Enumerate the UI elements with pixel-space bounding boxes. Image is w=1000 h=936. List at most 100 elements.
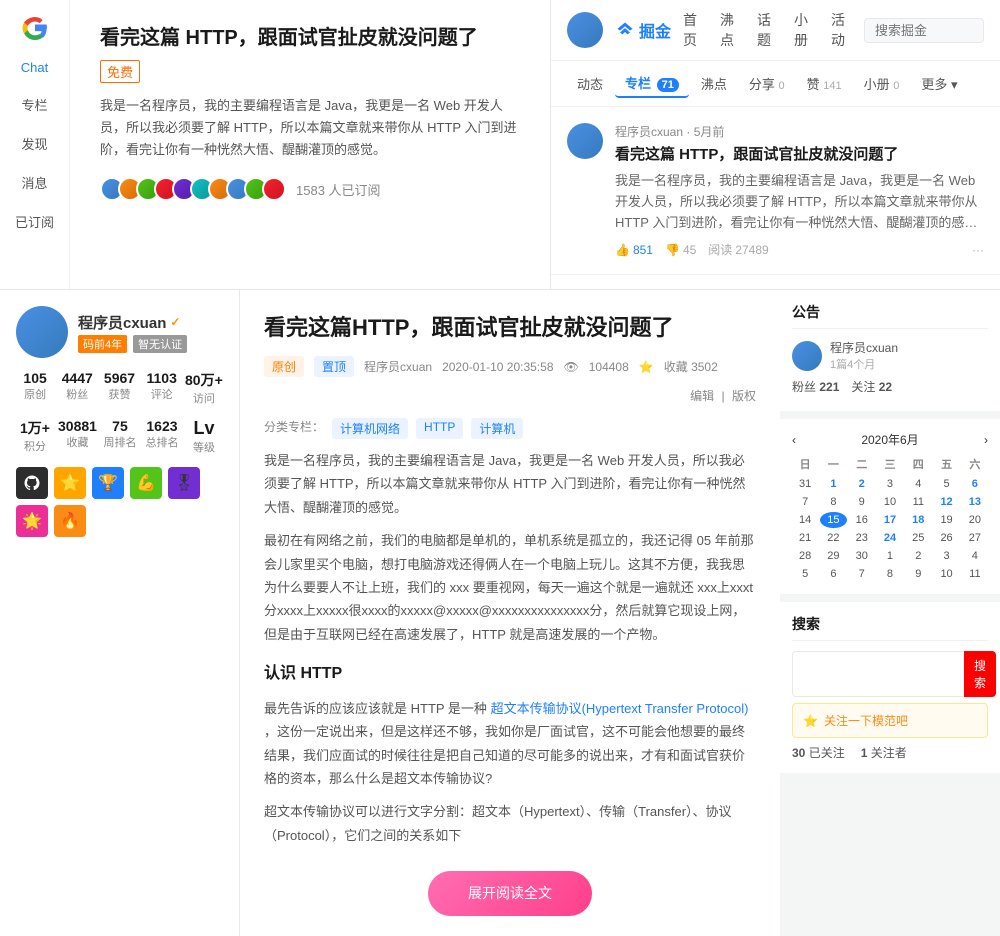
sub-nav-column[interactable]: 专栏 71 (615, 69, 689, 98)
cat-network[interactable]: 计算机网络 (332, 418, 408, 439)
total-rank-label: 总排名 (145, 434, 178, 450)
search-title: 搜索 (792, 614, 988, 641)
cal-date[interactable]: 2 (849, 476, 875, 492)
feed-article-title[interactable]: 看完这篇 HTTP，跟面试官扯皮就没问题了 (615, 144, 984, 165)
juejin-search-input[interactable] (864, 18, 984, 43)
stat-visits: 80万+ 访问 (185, 370, 223, 406)
article-author[interactable]: 程序员cxuan (364, 358, 432, 375)
cal-date[interactable]: 1 (820, 476, 846, 492)
category-label: 分类专栏： (264, 418, 324, 439)
sidebar-item-discover[interactable]: 发现 (0, 128, 69, 159)
sub-nav-hotspot[interactable]: 沸点 (691, 70, 737, 97)
feed-dislikes: 👎 45 (665, 243, 696, 257)
sub-nav-more[interactable]: 更多 ▾ (911, 70, 967, 97)
cal-date[interactable]: 13 (962, 494, 988, 510)
search-input[interactable] (792, 651, 964, 697)
follow-label: 关注一下模范吧 (824, 712, 908, 729)
edit-link[interactable]: 编辑 (690, 389, 714, 403)
tag-verified: 智无认证 (133, 335, 187, 353)
sidebar-item-messages[interactable]: 消息 (0, 167, 69, 198)
cal-date[interactable]: 24 (877, 530, 903, 546)
nav-topic[interactable]: 话题 (757, 10, 778, 50)
feed-time: · 5月前 (686, 125, 724, 139)
likes-label: 获赞 (108, 386, 130, 402)
article-main-title: 看完这篇HTTP，跟面试官扯皮就没问题了 (264, 310, 756, 342)
following-count: 1 关注者 (861, 744, 907, 761)
comments-value: 1103 (147, 370, 177, 386)
article-categories: 分类专栏： 计算机网络 HTTP 计算机 (264, 418, 756, 439)
sidebar-item-subscribed[interactable]: 已订阅 (0, 206, 69, 237)
author-name-block: 程序员cxuan ✓ 码前4年 智无认证 (78, 312, 187, 353)
likes-value: 5967 (104, 370, 135, 386)
stat-weekly-rank: 75 周排名 (101, 418, 139, 455)
juejin-brand: 掘金 (615, 18, 671, 42)
cal-day-thu: 四 (905, 454, 931, 474)
sidebar-item-chat[interactable]: Chat (0, 54, 69, 81)
cal-day-fri: 五 (933, 454, 959, 474)
article-views: 104408 (589, 360, 629, 374)
cal-date[interactable]: 18 (905, 512, 931, 528)
feed-content: 程序员cxuan · 5月前 看完这篇 HTTP，跟面试官扯皮就没问题了 我是一… (615, 123, 984, 258)
cal-date: 10 (877, 494, 903, 510)
sidebar-item-column[interactable]: 专栏 (0, 89, 69, 120)
points-label: 积分 (24, 438, 46, 454)
follower-count: 30 已关注 (792, 744, 845, 761)
nav-hotspot[interactable]: 沸点 (720, 10, 741, 50)
nav-activity[interactable]: 活动 (831, 10, 852, 50)
app-logo (17, 10, 53, 46)
stat-points: 1万+ 积分 (16, 418, 54, 455)
weekly-rank-label: 周排名 (103, 434, 136, 450)
cal-date[interactable]: 12 (933, 494, 959, 510)
avatar-group (100, 177, 286, 201)
profile-articles: 1篇4个月 (830, 356, 898, 372)
article-preview-title: 看完这篇 HTTP，跟面试官扯皮就没问题了 (100, 24, 520, 52)
body-para-4: 超文本传输协议可以进行文字分割：超文本（Hypertext）、传输（Transf… (264, 800, 756, 847)
avatar (262, 177, 286, 201)
search-button[interactable]: 搜索 (964, 651, 996, 697)
comments-label: 评论 (151, 386, 173, 402)
cal-date[interactable]: 6 (962, 476, 988, 492)
nav-book[interactable]: 小册 (794, 10, 815, 50)
sub-nav-share[interactable]: 分享 0 (739, 70, 795, 97)
badge-github (16, 467, 48, 499)
badge-green1: 💪 (130, 467, 162, 499)
cal-date: 8 (820, 494, 846, 510)
left-sidebar: Chat 专栏 发现 消息 已订阅 (0, 0, 70, 289)
rights-link[interactable]: 版权 (732, 389, 756, 403)
cal-date: 2 (905, 548, 931, 564)
cal-today[interactable]: 15 (820, 512, 846, 528)
cal-date: 8 (877, 566, 903, 582)
cal-header: ‹ 2020年6月 › (792, 431, 988, 448)
cal-next[interactable]: › (984, 433, 988, 447)
article-meta: 原创 置顶 程序员cxuan 2020-01-10 20:35:58 👁 104… (264, 356, 756, 404)
stat-fans: 4447 粉丝 (58, 370, 96, 406)
expand-button[interactable]: 展开阅读全文 (428, 871, 592, 916)
body-para-2: 最初在有网络之前，我们的电脑都是单机的，单机系统是孤立的，我还记得 05 年前那… (264, 529, 756, 646)
more-icon: ··· (972, 243, 984, 257)
hypertext-link[interactable]: 超文本传输协议(Hypertext Transfer Protocol) (491, 701, 749, 716)
fans-label: 粉丝 (66, 386, 88, 402)
cal-date: 27 (962, 530, 988, 546)
meta-actions: 编辑 | 版权 (690, 387, 756, 404)
thumbs-down-icon: 👎 (665, 243, 680, 257)
badges-row: ⭐ 🏆 💪 🎖 🌟 🔥 (16, 467, 223, 537)
cat-computer[interactable]: 计算机 (471, 418, 523, 439)
total-rank-value: 1623 (146, 418, 177, 434)
sub-nav-booklet[interactable]: 小册 0 (854, 70, 910, 97)
cat-http[interactable]: HTTP (416, 418, 463, 439)
juejin-header: 掘金 首页 沸点 话题 小册 活动 (551, 0, 1000, 61)
profile-row: 程序员cxuan 1篇4个月 (792, 339, 988, 372)
cal-date[interactable]: 17 (877, 512, 903, 528)
sub-nav-activity[interactable]: 动态 (567, 70, 613, 97)
cal-date: 3 (933, 548, 959, 564)
chevron-down-icon: ▾ (951, 77, 958, 92)
cal-day-mon: 一 (820, 454, 846, 474)
cal-prev[interactable]: ‹ (792, 433, 796, 447)
badge-orange2: 🔥 (54, 505, 86, 537)
cal-date: 10 (933, 566, 959, 582)
stat-likes: 5967 获赞 (100, 370, 138, 406)
nav-home[interactable]: 首页 (683, 10, 704, 50)
star-follow-icon: ⭐ (803, 714, 818, 728)
sub-nav-likes[interactable]: 赞 141 (797, 70, 852, 97)
article-preview: 看完这篇 HTTP，跟面试官扯皮就没问题了 免费 我是一名程序员，我的主要编程语… (70, 0, 550, 289)
